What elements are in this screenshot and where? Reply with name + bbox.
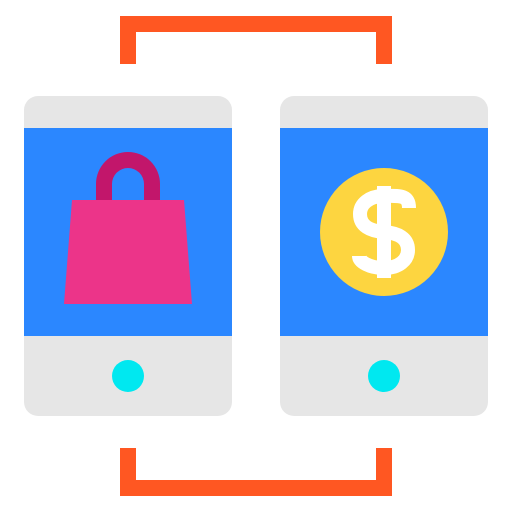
right-phone-device — [280, 96, 488, 416]
bottom-bracket-connector — [120, 448, 392, 496]
top-bracket-connector — [120, 16, 392, 64]
dollar-sign-symbol — [352, 186, 416, 278]
right-phone-home-button — [368, 360, 400, 392]
left-phone-home-button — [112, 360, 144, 392]
illustration-canvas — [24, 16, 488, 496]
dollar-coin-icon — [320, 168, 448, 296]
device-payment-illustration — [0, 0, 512, 512]
left-phone-device — [24, 96, 232, 416]
shopping-bag-body — [64, 200, 192, 304]
